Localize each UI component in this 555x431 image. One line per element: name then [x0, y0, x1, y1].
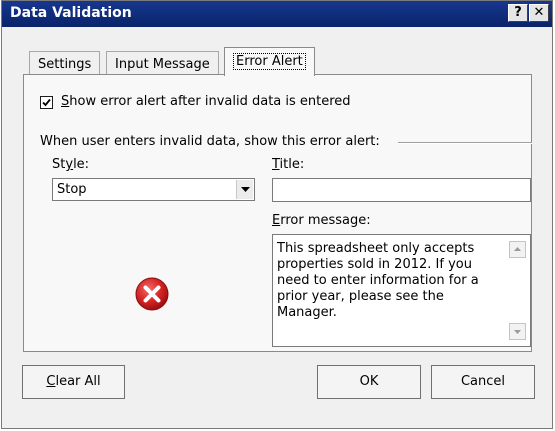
scroll-down-button[interactable]: [509, 323, 526, 340]
close-icon: ✕: [533, 5, 545, 20]
style-dropdown[interactable]: Stop: [52, 178, 255, 201]
data-validation-dialog: Data Validation ? ✕ Settings Input Messa…: [1, 0, 553, 429]
tab-settings[interactable]: Settings: [29, 51, 101, 75]
tab-error-alert[interactable]: Error Alert: [224, 47, 315, 76]
dropdown-arrow[interactable]: [236, 180, 253, 199]
error-message-text: This spreadsheet only accepts properties…: [277, 241, 479, 320]
tab-error-alert-label: Error Alert: [233, 53, 306, 70]
error-message-label: Error message:: [272, 213, 371, 228]
error-alert-panel: Show error alert after invalid data is e…: [23, 74, 532, 352]
window-title: Data Validation: [10, 5, 132, 21]
close-button[interactable]: ✕: [529, 4, 549, 22]
section-divider: [398, 142, 532, 144]
show-error-alert-checkbox[interactable]: [40, 96, 53, 109]
error-message-field[interactable]: This spreadsheet only accepts properties…: [272, 234, 531, 347]
title-label: Title:: [272, 157, 305, 172]
cancel-button[interactable]: Cancel: [431, 365, 535, 399]
error-stop-icon: [135, 277, 169, 311]
chevron-down-icon: [241, 187, 250, 192]
style-selected-value: Stop: [57, 182, 87, 197]
scroll-up-button[interactable]: [509, 241, 526, 258]
ok-button[interactable]: OK: [317, 365, 421, 399]
section-label: When user enters invalid data, show this…: [40, 134, 380, 149]
checkmark-icon: [42, 98, 51, 107]
message-scrollbar[interactable]: [509, 241, 526, 340]
arrow-up-icon: [514, 247, 521, 251]
style-label: Style:: [52, 157, 90, 172]
title-field[interactable]: [272, 178, 531, 202]
clear-all-button[interactable]: Clear All: [22, 365, 125, 399]
help-button[interactable]: ?: [508, 4, 528, 22]
tab-input-message[interactable]: Input Message: [106, 51, 219, 75]
arrow-down-icon: [514, 330, 521, 334]
title-bar[interactable]: Data Validation ? ✕: [2, 1, 552, 27]
show-error-alert-label[interactable]: Show error alert after invalid data is e…: [61, 94, 351, 109]
